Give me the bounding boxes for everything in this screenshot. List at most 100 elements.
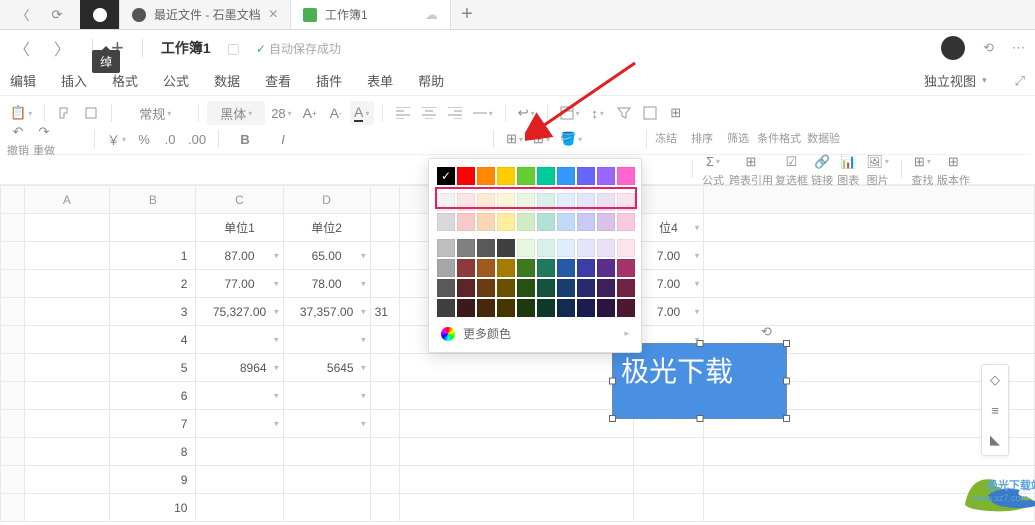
menu-insert[interactable]: 插入 [61,71,87,90]
sort-button[interactable]: ↕▾ [586,101,610,125]
resize-handle[interactable] [696,340,703,347]
color-swatch[interactable] [477,213,495,231]
font-family[interactable]: 黑体▾ [207,101,265,125]
color-swatch[interactable] [557,213,575,231]
color-swatch[interactable] [597,279,615,297]
increase-font[interactable]: A+ [298,101,322,125]
color-swatch[interactable] [517,279,535,297]
color-swatch[interactable] [557,299,575,317]
color-swatch[interactable] [617,239,635,257]
color-swatch[interactable] [517,299,535,317]
cond-format[interactable] [638,101,662,125]
checkbox-button[interactable]: ☑ [780,150,804,174]
view-mode[interactable]: 独立视图 [924,71,976,90]
color-swatch[interactable] [597,259,615,277]
crossref-button[interactable]: ⊞ [739,150,763,174]
color-swatch[interactable] [517,167,535,185]
back-icon[interactable]: 〈 [15,7,31,23]
freeze-button[interactable]: ▾ [556,101,584,125]
menu-form[interactable]: 表单 [367,71,393,90]
menu-formula[interactable]: 公式 [163,71,189,90]
color-swatch[interactable] [537,213,555,231]
textbox-object[interactable]: 极光下载 ⟲ [612,343,787,419]
color-swatch[interactable] [537,299,555,317]
resize-handle[interactable] [609,415,616,422]
color-swatch[interactable]: ✓ [437,167,455,185]
color-swatch[interactable] [617,213,635,231]
find-button[interactable]: ⊞▾ [910,150,935,174]
clear-format-icon[interactable] [79,101,103,125]
data-validate[interactable]: ⊞ [664,101,688,125]
menu-edit[interactable]: 编辑 [10,71,36,90]
color-swatch[interactable] [577,213,595,231]
align-left[interactable] [391,101,415,125]
color-swatch[interactable] [457,213,475,231]
color-swatch[interactable] [597,299,615,317]
menu-view[interactable]: 查看 [265,71,291,90]
color-swatch[interactable] [517,239,535,257]
currency-button[interactable]: ￥▾ [103,127,130,151]
font-size[interactable]: 28▾ [267,101,295,125]
color-swatch[interactable] [497,259,515,277]
resize-handle[interactable] [783,340,790,347]
color-swatch[interactable] [477,279,495,297]
color-swatch[interactable] [457,167,475,185]
close-icon[interactable]: × [269,6,278,24]
menu-data[interactable]: 数据 [214,71,240,90]
color-swatch[interactable] [577,299,595,317]
color-swatch[interactable] [457,259,475,277]
color-swatch[interactable] [557,259,575,277]
color-swatch[interactable] [517,193,535,211]
resize-handle[interactable] [609,378,616,385]
color-swatch[interactable] [457,239,475,257]
decimal-dec[interactable]: .0 [158,127,182,151]
color-swatch[interactable] [497,239,515,257]
expand-icon[interactable]: ⤢ [1015,73,1025,89]
color-swatch[interactable] [437,213,455,231]
filter-button[interactable] [612,101,636,125]
avatar[interactable] [941,36,965,60]
color-swatch[interactable] [437,299,455,317]
paint-icon[interactable]: ◇ [982,365,1008,395]
color-swatch[interactable] [577,279,595,297]
tab-recent-files[interactable]: 最近文件 - 石墨文档 × [120,0,291,29]
align-center[interactable] [417,101,441,125]
resize-handle[interactable] [696,415,703,422]
version-button[interactable]: ⊞ [941,150,965,174]
color-swatch[interactable] [557,279,575,297]
color-swatch[interactable] [437,239,455,257]
color-swatch[interactable] [457,299,475,317]
color-swatch[interactable] [537,279,555,297]
forward-button[interactable]: 〉 [50,36,74,60]
formula-insert[interactable]: Σ▾ [701,150,725,174]
align-right[interactable] [443,101,467,125]
color-swatch[interactable] [617,259,635,277]
history-icon[interactable]: ⟲ [983,40,994,56]
brush-icon[interactable] [53,101,77,125]
back-button[interactable]: 〈 [10,36,34,60]
color-swatch[interactable] [477,239,495,257]
color-swatch[interactable] [617,193,635,211]
color-swatch[interactable] [537,167,555,185]
tab-workbook[interactable]: 工作簿1 ☁ [291,0,451,29]
refresh-icon[interactable]: ⟳ [49,7,65,23]
color-swatch[interactable] [497,213,515,231]
color-swatch[interactable] [517,259,535,277]
redo-button[interactable]: ↷ [32,120,56,144]
color-swatch[interactable] [497,299,515,317]
decimal-inc[interactable]: .00 [184,127,210,151]
color-swatch[interactable] [537,193,555,211]
decrease-font[interactable]: A- [324,101,348,125]
menu-help[interactable]: 帮助 [418,71,444,90]
color-swatch[interactable] [517,213,535,231]
wrap-text[interactable]: ↩▾ [514,101,539,125]
color-swatch[interactable] [537,259,555,277]
color-swatch[interactable] [457,193,475,211]
menu-plugin[interactable]: 插件 [316,71,342,90]
resize-handle[interactable] [783,378,790,385]
more-colors-button[interactable]: 更多颜色 ▸ [437,317,633,344]
color-swatch[interactable] [497,167,515,185]
color-swatch[interactable] [457,279,475,297]
bookmark-icon[interactable]: ▢ [227,40,240,57]
color-swatch[interactable] [577,259,595,277]
